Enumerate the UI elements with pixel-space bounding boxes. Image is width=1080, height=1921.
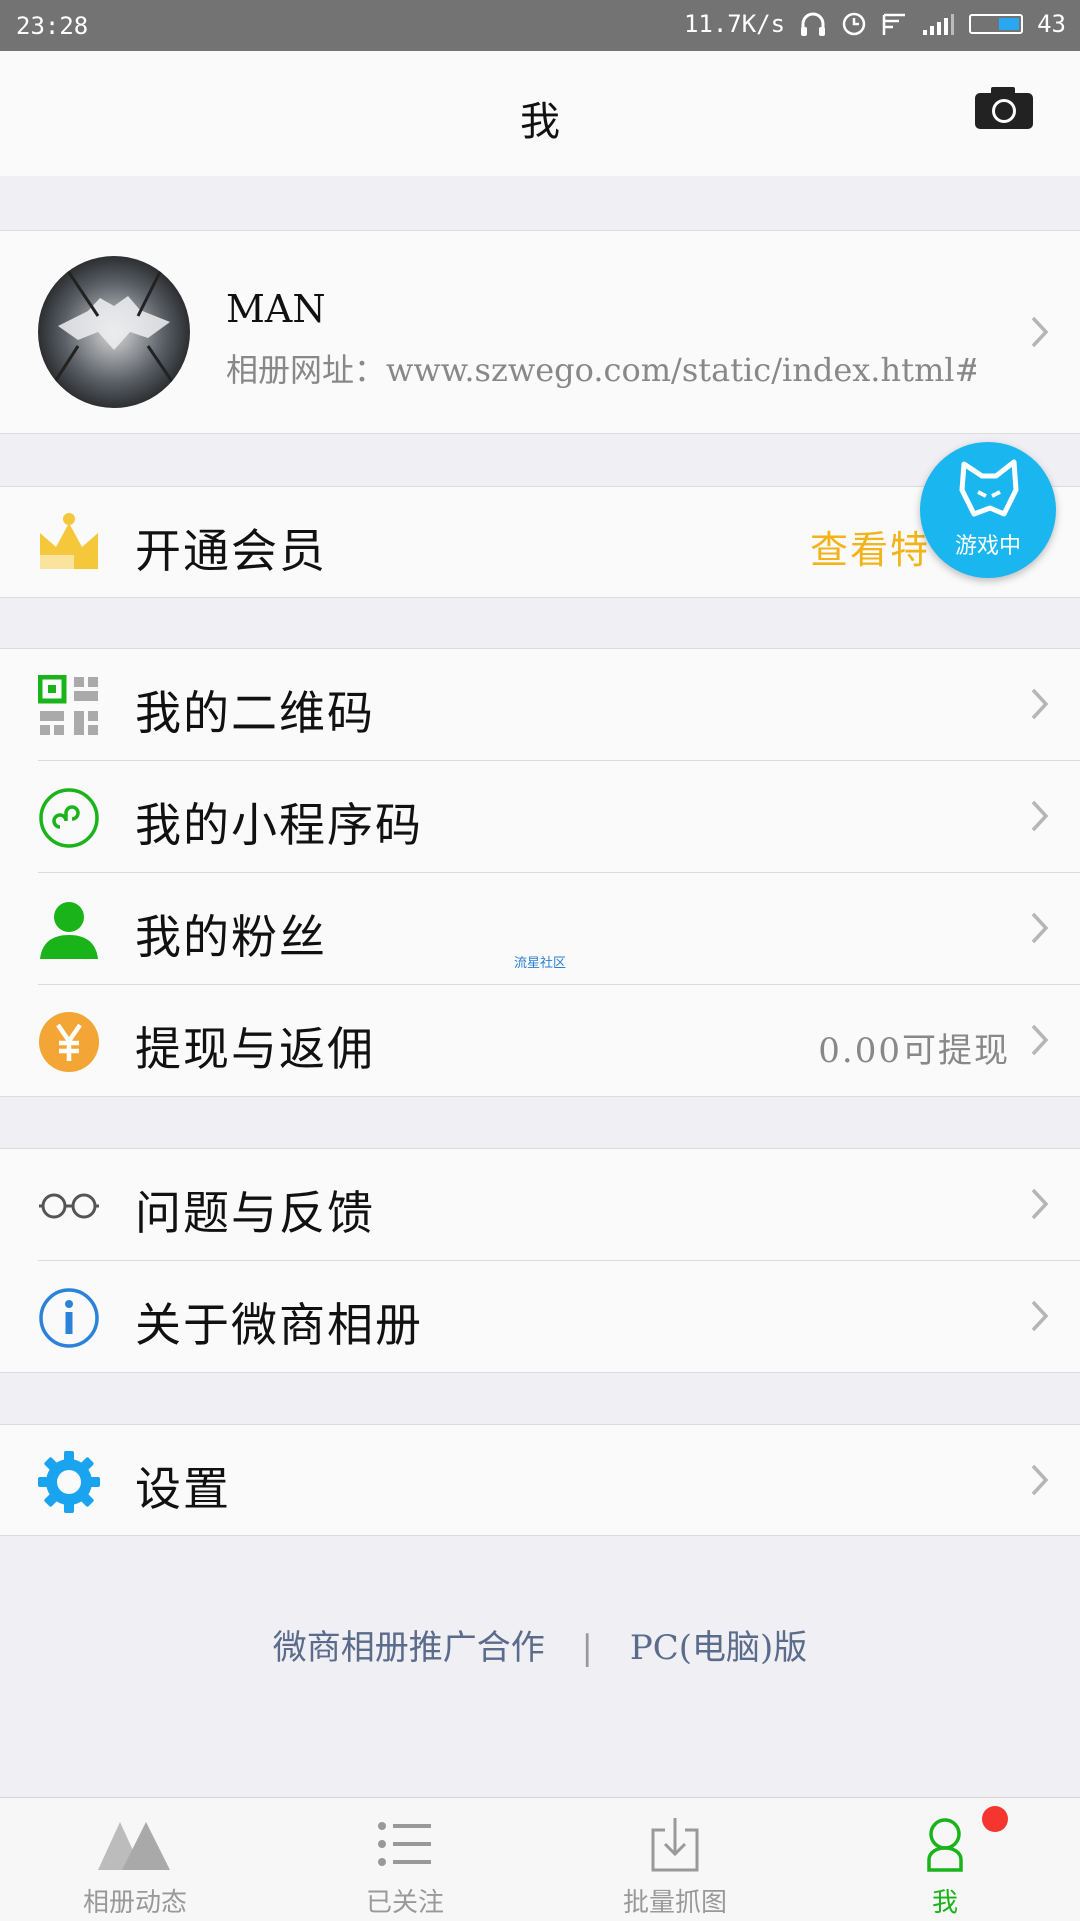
- tab-bar: 相册动态 已关注 批量抓图 我: [0, 1797, 1080, 1921]
- menu-group-3: 设置: [0, 1424, 1080, 1536]
- footer-separator: |: [581, 1628, 594, 1668]
- menu-label: 我的二维码: [135, 686, 375, 740]
- fans-icon: [40, 902, 98, 959]
- alarm-icon: [842, 12, 866, 36]
- vip-benefits-link[interactable]: 查看特: [810, 519, 930, 574]
- avatar: [38, 256, 190, 408]
- menu-item-about[interactable]: 关于微商相册: [0, 1261, 1080, 1373]
- gear-icon: [38, 1451, 100, 1513]
- info-icon: [39, 1288, 99, 1348]
- chevron-right-icon: [1031, 1300, 1049, 1332]
- status-time: 23:28: [16, 12, 89, 40]
- download-icon: [651, 1818, 699, 1872]
- notification-badge: [982, 1806, 1008, 1832]
- wifi-icon: [882, 13, 906, 35]
- wolf-icon: [959, 459, 1019, 517]
- menu-label: 我的小程序码: [135, 798, 423, 852]
- battery-icon: [969, 14, 1024, 34]
- status-bar: 23:28 11.7K/s 43: [0, 0, 1080, 51]
- page-header: 我: [0, 51, 1080, 176]
- menu-label: 设置: [135, 1462, 231, 1516]
- tab-album-feed[interactable]: 相册动态: [0, 1798, 270, 1921]
- chevron-right-icon: [1031, 912, 1049, 944]
- mini-program-icon: [39, 788, 99, 848]
- pc-version-link[interactable]: PC(电脑)版: [630, 1620, 807, 1669]
- floating-game-button[interactable]: 游戏中: [920, 442, 1056, 578]
- page-title: 我: [520, 99, 560, 145]
- promo-link[interactable]: 微商相册推广合作: [273, 1620, 545, 1669]
- profile-name: MAN: [226, 287, 326, 331]
- profile-card[interactable]: MAN 相册网址：www.szwego.com/static/index.htm…: [0, 230, 1080, 434]
- qrcode-icon: [38, 675, 98, 735]
- chevron-right-icon: [1031, 1464, 1049, 1496]
- chevron-right-icon: [1031, 1188, 1049, 1220]
- network-speed: 11.7K/s: [683, 10, 786, 38]
- album-url: 相册网址：www.szwego.com/static/index.html#/·…: [226, 351, 976, 389]
- menu-item-mini-program[interactable]: 我的小程序码: [0, 761, 1080, 873]
- floating-button-label: 游戏中: [954, 534, 1021, 559]
- tab-label: 批量抓图: [622, 1888, 727, 1918]
- menu-label: 我的粉丝: [135, 910, 327, 964]
- menu-item-feedback[interactable]: 问题与反馈: [0, 1149, 1080, 1261]
- chevron-right-icon: [1031, 800, 1049, 832]
- user-icon: [927, 1818, 963, 1872]
- camera-icon[interactable]: [973, 85, 1035, 131]
- menu-label: 问题与反馈: [135, 1186, 375, 1240]
- mountains-icon: [98, 1822, 170, 1870]
- vip-section[interactable]: 开通会员 查看特: [0, 486, 1080, 598]
- headphones-icon: [801, 12, 826, 36]
- menu-group-1: 我的二维码 我的小程序码 我的粉丝 提现与返佣 0.00可提现: [0, 648, 1080, 1097]
- tab-label: 我: [931, 1888, 958, 1918]
- chevron-right-icon: [1031, 688, 1049, 720]
- menu-item-qrcode[interactable]: 我的二维码: [0, 649, 1080, 761]
- yen-icon: [39, 1012, 99, 1072]
- watermark-text: 流星社区: [514, 956, 567, 971]
- tab-label: 相册动态: [82, 1888, 187, 1918]
- menu-label: 关于微商相册: [135, 1298, 423, 1352]
- signal-icon: [923, 14, 955, 35]
- tab-following[interactable]: 已关注: [270, 1798, 540, 1921]
- menu-item-withdraw[interactable]: 提现与返佣 0.00可提现: [0, 985, 1080, 1097]
- withdraw-balance: 0.00可提现: [818, 1031, 1010, 1071]
- tab-me[interactable]: 我: [810, 1798, 1080, 1921]
- glasses-icon: [39, 1193, 99, 1219]
- menu-item-settings[interactable]: 设置: [0, 1425, 1080, 1535]
- menu-group-2: 问题与反馈 关于微商相册: [0, 1148, 1080, 1373]
- menu-label: 提现与返佣: [135, 1022, 375, 1076]
- chevron-right-icon: [1031, 316, 1049, 348]
- footer-links: 微商相册推广合作 | PC(电脑)版: [0, 1620, 1080, 1669]
- list-icon: [378, 1822, 431, 1866]
- crown-icon: [40, 513, 98, 569]
- chevron-right-icon: [1031, 1024, 1049, 1056]
- battery-level: 43: [1037, 10, 1066, 38]
- tab-batch-grab[interactable]: 批量抓图: [540, 1798, 810, 1921]
- vip-label: 开通会员: [135, 524, 327, 578]
- tab-label: 已关注: [365, 1888, 444, 1918]
